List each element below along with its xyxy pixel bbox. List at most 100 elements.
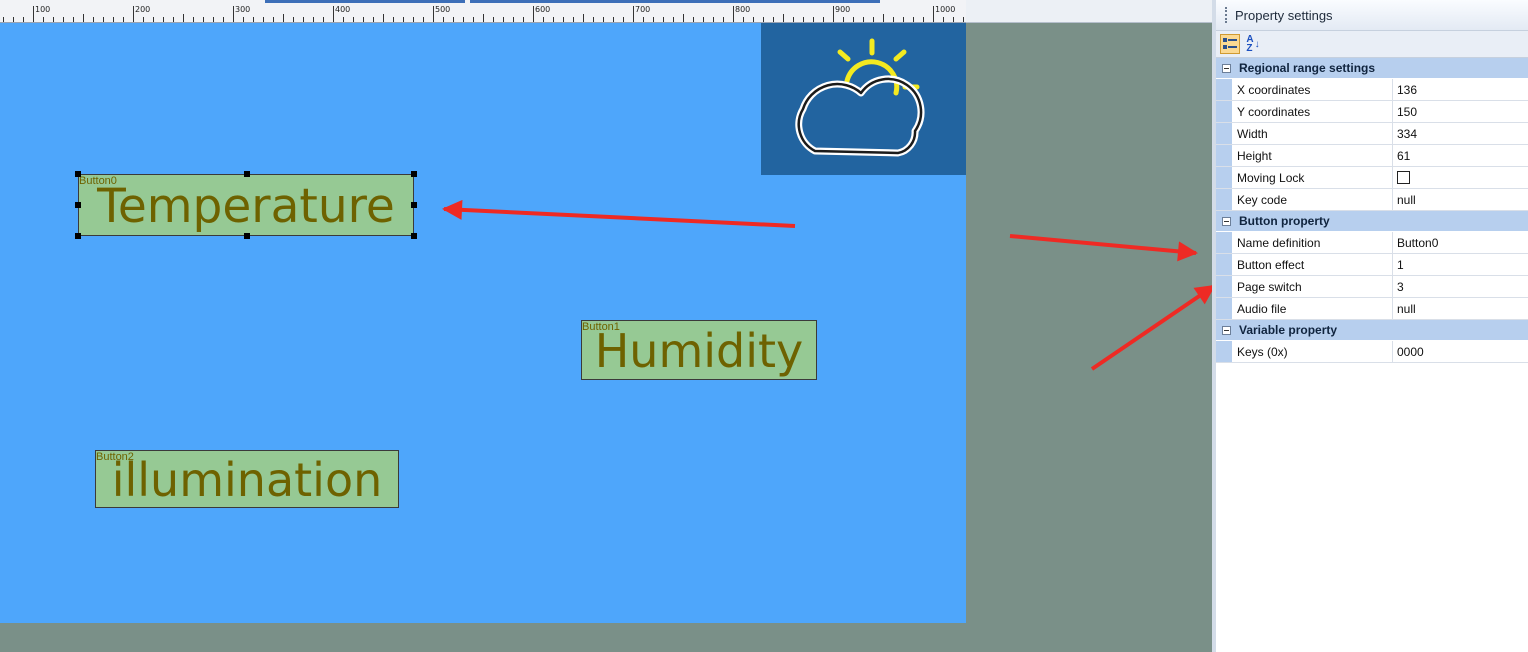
property-value-cell[interactable]: 0000 (1393, 341, 1528, 362)
resize-handle[interactable] (411, 171, 417, 177)
ruler-tick (443, 17, 444, 22)
ruler-tick (853, 17, 854, 22)
ruler-tick (533, 6, 534, 22)
property-value-cell[interactable]: 334 (1393, 123, 1528, 144)
ruler-label: 1000 (935, 5, 956, 14)
ruler-tick (223, 17, 224, 22)
property-value-cell[interactable]: null (1393, 298, 1528, 319)
resize-handle[interactable] (75, 233, 81, 239)
property-value: null (1397, 192, 1416, 207)
ruler-highlight-bar (265, 0, 465, 3)
property-value-cell[interactable]: null (1393, 189, 1528, 210)
property-name: Height (1237, 148, 1272, 163)
ruler-tick (663, 17, 664, 22)
ruler-tick (563, 17, 564, 22)
ruler-label: 500 (435, 5, 451, 14)
resize-handle[interactable] (411, 233, 417, 239)
grip-icon[interactable] (1225, 7, 1229, 23)
humidity-button[interactable]: Button1 Humidity (581, 320, 817, 380)
property-name: Keys (0x) (1237, 344, 1288, 359)
ruler-filler (966, 0, 1212, 23)
ruler-tick (783, 14, 784, 22)
ruler-tick (833, 6, 834, 22)
property-value-cell[interactable]: 150 (1393, 101, 1528, 122)
ruler-tick (683, 14, 684, 22)
property-row[interactable]: Audio file null (1216, 298, 1528, 320)
moving-lock-checkbox[interactable] (1397, 171, 1410, 184)
ruler-label: 300 (235, 5, 251, 14)
property-value-cell[interactable]: 136 (1393, 79, 1528, 100)
resize-handle[interactable] (75, 171, 81, 177)
ruler-tick (573, 17, 574, 22)
ruler-label: 200 (135, 5, 151, 14)
resize-handle[interactable] (75, 202, 81, 208)
ruler-tick (63, 17, 64, 22)
ruler-tick (253, 17, 254, 22)
ruler-tick (293, 17, 294, 22)
property-value-cell[interactable] (1393, 167, 1528, 188)
ruler-tick (283, 14, 284, 22)
property-value: 150 (1397, 104, 1418, 119)
ruler-tick (493, 17, 494, 22)
property-row[interactable]: Button effect 1 (1216, 254, 1528, 276)
resize-handle[interactable] (411, 202, 417, 208)
button-caption: Temperature (97, 178, 395, 234)
property-row[interactable]: X coordinates 136 (1216, 79, 1528, 101)
property-row[interactable]: Y coordinates 150 (1216, 101, 1528, 123)
ruler-tick (43, 17, 44, 22)
property-name-cell: Width (1232, 123, 1393, 144)
ruler-tick (83, 14, 84, 22)
property-name-cell: Name definition (1232, 232, 1393, 253)
ruler-tick (23, 17, 24, 22)
property-value-cell[interactable]: 61 (1393, 145, 1528, 166)
property-row[interactable]: Moving Lock (1216, 167, 1528, 189)
ruler-tick (53, 17, 54, 22)
ruler-tick (903, 17, 904, 22)
collapse-icon[interactable] (1222, 325, 1231, 335)
ruler-tick (233, 6, 234, 22)
illumination-button[interactable]: Button2 illumination (95, 450, 399, 508)
ruler-label: 700 (635, 5, 651, 14)
resize-handle[interactable] (244, 171, 250, 177)
ruler-tick (483, 14, 484, 22)
category-row[interactable]: Regional range settings (1216, 58, 1528, 79)
collapse-icon[interactable] (1222, 216, 1231, 226)
ruler-tick (703, 17, 704, 22)
ruler-tick (473, 17, 474, 22)
property-value-cell[interactable]: 3 (1393, 276, 1528, 297)
property-row[interactable]: Width 334 (1216, 123, 1528, 145)
panel-title: Property settings (1235, 7, 1333, 23)
ruler-tick (173, 17, 174, 22)
ruler-tick (933, 6, 934, 22)
category-row[interactable]: Button property (1216, 211, 1528, 232)
ruler-tick (943, 17, 944, 22)
ruler-tick (193, 17, 194, 22)
property-row[interactable]: Page switch 3 (1216, 276, 1528, 298)
category-row[interactable]: Variable property (1216, 320, 1528, 341)
ruler-tick (543, 17, 544, 22)
property-value: 1 (1397, 257, 1404, 272)
temperature-button[interactable]: Button0 Temperature (75, 171, 417, 239)
button-id-tag: Button1 (582, 321, 620, 333)
property-row[interactable]: Key code null (1216, 189, 1528, 211)
ruler-tick (133, 6, 134, 22)
property-name-cell: Key code (1232, 189, 1393, 210)
weather-image-widget[interactable] (761, 23, 966, 175)
resize-handle[interactable] (244, 233, 250, 239)
ruler-tick (313, 17, 314, 22)
ruler-tick (773, 17, 774, 22)
categorized-icon[interactable] (1220, 34, 1240, 54)
collapse-icon[interactable] (1222, 63, 1231, 73)
property-value-cell[interactable]: 1 (1393, 254, 1528, 275)
ruler-tick (3, 17, 4, 22)
property-row[interactable]: Height 61 (1216, 145, 1528, 167)
property-row[interactable]: Name definition Button0 (1216, 232, 1528, 254)
property-value-cell[interactable]: Button0 (1393, 232, 1528, 253)
property-row[interactable]: Keys (0x) 0000 (1216, 341, 1528, 363)
sort-az-icon[interactable]: A Z ↓ (1243, 34, 1263, 54)
property-value: 136 (1397, 82, 1418, 97)
design-canvas[interactable]: Button0 Temperature Button1 Humidity But… (0, 23, 966, 623)
button-id-tag: Button0 (79, 175, 117, 187)
property-name-cell: Height (1232, 145, 1393, 166)
property-value: 61 (1397, 148, 1411, 163)
